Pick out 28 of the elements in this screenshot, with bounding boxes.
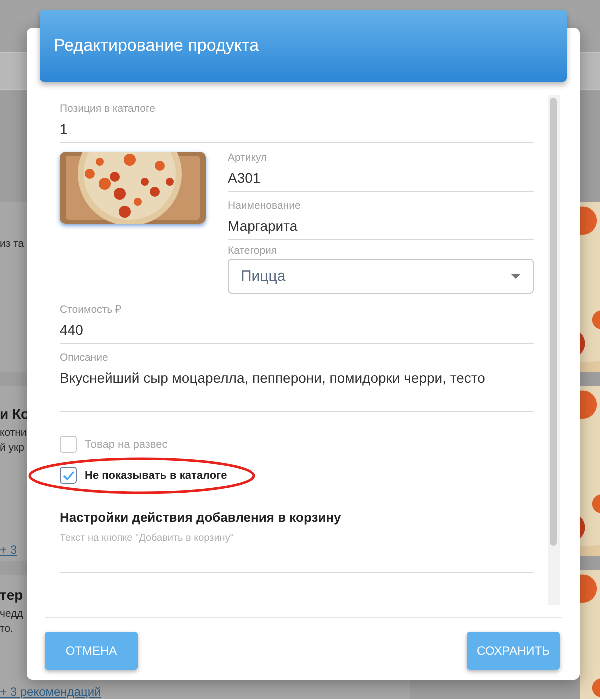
- input-field[interactable]: Вкуснейший сыр моцарелла, пепперони, помидорки черри, тесто: [60, 370, 534, 412]
- field-label: Наименование: [228, 200, 302, 212]
- card-text: й укр: [0, 442, 24, 454]
- checkbox-label: Товар на развес: [85, 438, 168, 450]
- section-title: Настройки действия добавления в корзину: [60, 510, 342, 525]
- caret-icon: [511, 274, 521, 279]
- input-field[interactable]: Маргарита: [228, 218, 534, 240]
- card-text: котни: [0, 427, 27, 439]
- checkmark-icon: [62, 470, 74, 480]
- field-label: Категория: [228, 245, 278, 257]
- card-text: из та: [0, 238, 24, 250]
- field-label: Позиция в каталоге: [60, 103, 156, 115]
- field-label: Текст на кнопке "Добавить в корзину": [60, 533, 235, 544]
- dialog-title: Редактирование продукта: [54, 36, 260, 56]
- card-title: тер: [0, 587, 24, 603]
- input-field[interactable]: 440: [60, 322, 534, 344]
- scrollbar[interactable]: [548, 95, 560, 605]
- card-text: чедд: [0, 608, 24, 620]
- checkbox[interactable]: [60, 467, 77, 484]
- input-field[interactable]: 1: [60, 121, 534, 143]
- card-text: то.: [0, 623, 14, 635]
- field-label: Описание: [60, 352, 110, 364]
- checkbox[interactable]: [60, 436, 77, 453]
- checkbox-label: Не показывать в каталоге: [85, 470, 228, 482]
- field-label: Артикул: [228, 152, 268, 164]
- field-label: Стоимость ₽: [60, 303, 122, 316]
- category-dropdown[interactable]: Пицца: [228, 259, 534, 294]
- input-field[interactable]: A301: [228, 170, 534, 192]
